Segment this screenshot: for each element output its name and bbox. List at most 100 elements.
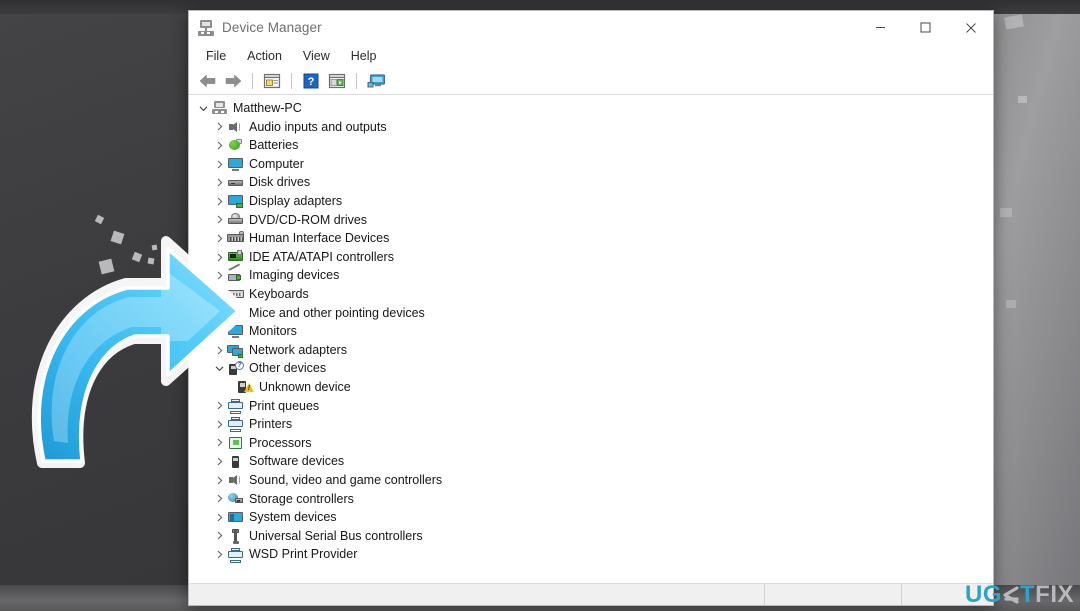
tree-item-dvd-cd-rom-drives[interactable]: DVD/CD-ROM drives: [189, 211, 993, 230]
tree-item-label: Matthew-PC: [233, 101, 302, 116]
tree-item-storage-controllers[interactable]: Storage controllers: [189, 489, 993, 508]
display-adapter-icon: [227, 193, 244, 209]
svg-text:?: ?: [308, 76, 315, 88]
imaging-device-icon: [227, 263, 244, 284]
tree-item-label: Sound, video and game controllers: [249, 472, 443, 487]
battery-icon: [227, 137, 244, 153]
help-button[interactable]: ?: [299, 70, 323, 92]
chevron-right-icon[interactable]: [211, 342, 227, 358]
tree-item-root[interactable]: Matthew-PC: [189, 99, 993, 118]
debris-particle: [1018, 96, 1027, 103]
chevron-right-icon[interactable]: [211, 547, 227, 563]
chevron-right-icon[interactable]: [211, 175, 227, 191]
tree-item-label: IDE ATA/ATAPI controllers: [249, 249, 394, 264]
tree-item-printers[interactable]: Printers: [189, 415, 993, 434]
chevron-right-icon[interactable]: [211, 268, 227, 284]
status-bar-mid-cell: [764, 584, 901, 605]
tree-item-label: Human Interface Devices: [249, 231, 390, 246]
chevron-right-icon[interactable]: [211, 119, 227, 135]
tree-item-software-devices[interactable]: Software devices: [189, 452, 993, 471]
chevron-right-icon[interactable]: [211, 249, 227, 265]
chevron-right-icon[interactable]: [211, 398, 227, 414]
chevron-right-icon[interactable]: [211, 416, 227, 432]
chevron-right-icon[interactable]: [211, 156, 227, 172]
tree-item-processors[interactable]: Processors: [189, 434, 993, 453]
menu-item-action[interactable]: Action: [237, 47, 293, 65]
tree-item-sound-video-and-game-controllers[interactable]: Sound, video and game controllers: [189, 471, 993, 490]
tree-item-keyboards[interactable]: Keyboards: [189, 285, 993, 304]
monitor-icon: [227, 323, 244, 339]
tree-item-label: Computer: [249, 156, 304, 171]
tree-item-label: Monitors: [249, 324, 297, 339]
tree-item-universal-serial-bus-controllers[interactable]: Universal Serial Bus controllers: [189, 527, 993, 546]
tree-item-display-adapters[interactable]: Display adapters: [189, 192, 993, 211]
chevron-right-icon[interactable]: [211, 230, 227, 246]
chevron-down-icon[interactable]: [211, 361, 227, 377]
maximize-button[interactable]: [903, 11, 948, 44]
toolbar-separator: [356, 73, 357, 89]
chevron-right-icon[interactable]: [211, 509, 227, 525]
tree-item-print-queues[interactable]: Print queues: [189, 397, 993, 416]
debris-particle: [1006, 300, 1016, 308]
tree-item-human-interface-devices[interactable]: Human Interface Devices: [189, 229, 993, 248]
tree-item-label: WSD Print Provider: [249, 547, 358, 562]
chevron-right-icon[interactable]: [211, 323, 227, 339]
toolbar: ?: [189, 68, 993, 95]
other-device-icon: ?: [227, 360, 244, 377]
properties-button[interactable]: [260, 70, 284, 92]
printer-icon: [227, 416, 244, 433]
back-arrow-icon: [199, 74, 215, 88]
device-tree[interactable]: Matthew-PC Audio inputs and outputs Batt…: [189, 95, 993, 583]
chevron-right-icon[interactable]: [211, 454, 227, 470]
chevron-right-icon[interactable]: [211, 491, 227, 507]
printer-icon: [227, 547, 244, 563]
computer-icon: [211, 100, 228, 116]
close-button[interactable]: [948, 11, 993, 44]
menu-item-help[interactable]: Help: [341, 47, 388, 65]
tree-item-wsd-print-provider[interactable]: WSD Print Provider: [189, 545, 993, 564]
back-button[interactable]: [195, 70, 219, 92]
desktop-background: Device Manager File Action View Help ? M…: [0, 0, 1080, 611]
tree-item-label: Software devices: [249, 454, 345, 469]
chevron-right-icon[interactable]: [211, 193, 227, 209]
chevron-down-icon[interactable]: [195, 100, 211, 116]
watermark-part-2: T: [1019, 581, 1036, 608]
watermark-part-3: FIX: [1035, 581, 1074, 608]
speaker-icon: [227, 119, 244, 135]
tree-item-ide-ata-atapi-controllers[interactable]: IDE ATA/ATAPI controllers: [189, 248, 993, 267]
chevron-right-icon[interactable]: [211, 528, 227, 544]
tree-item-imaging-devices[interactable]: Imaging devices: [189, 263, 993, 285]
tree-item-network-adapters[interactable]: Network adapters: [189, 341, 993, 360]
chevron-right-icon[interactable]: [211, 137, 227, 153]
forward-button[interactable]: [221, 70, 245, 92]
scan-hardware-changes-button[interactable]: [364, 70, 388, 92]
tree-item-label: Storage controllers: [249, 491, 354, 506]
tree-item-batteries[interactable]: Batteries: [189, 136, 993, 155]
minimize-button[interactable]: [858, 11, 903, 44]
menu-item-file[interactable]: File: [196, 47, 237, 65]
chevron-right-icon[interactable]: [211, 472, 227, 488]
tree-item-audio-inputs-and-outputs[interactable]: Audio inputs and outputs: [189, 118, 993, 137]
tree-item-label: Universal Serial Bus controllers: [249, 528, 423, 543]
watermark-part-1: UG: [964, 581, 1002, 608]
tree-item-other-devices[interactable]: ? Other devices: [189, 359, 993, 378]
tree-item-label: DVD/CD-ROM drives: [249, 212, 368, 227]
tree-item-mice-and-other-pointing-devices[interactable]: Mice and other pointing devices: [189, 304, 993, 323]
title-bar[interactable]: Device Manager: [189, 11, 993, 44]
tree-item-computer[interactable]: Computer: [189, 155, 993, 174]
speaker-icon: [227, 472, 244, 488]
tree-item-system-devices[interactable]: System devices: [189, 508, 993, 527]
dvd-drive-icon: [227, 212, 244, 228]
unknown-device-warning-icon: [237, 379, 254, 395]
chevron-right-icon[interactable]: [211, 212, 227, 228]
tree-item-label: Disk drives: [249, 175, 311, 190]
update-driver-button[interactable]: [325, 70, 349, 92]
tree-item-monitors[interactable]: Monitors: [189, 322, 993, 341]
window-title: Device Manager: [222, 20, 322, 35]
chevron-right-icon[interactable]: [211, 435, 227, 451]
tree-item-disk-drives[interactable]: Disk drives: [189, 173, 993, 192]
tree-item-label: System devices: [249, 510, 337, 525]
processor-icon: [227, 435, 244, 451]
menu-item-view[interactable]: View: [293, 47, 341, 65]
tree-item-unknown-device[interactable]: Unknown device: [189, 378, 993, 397]
